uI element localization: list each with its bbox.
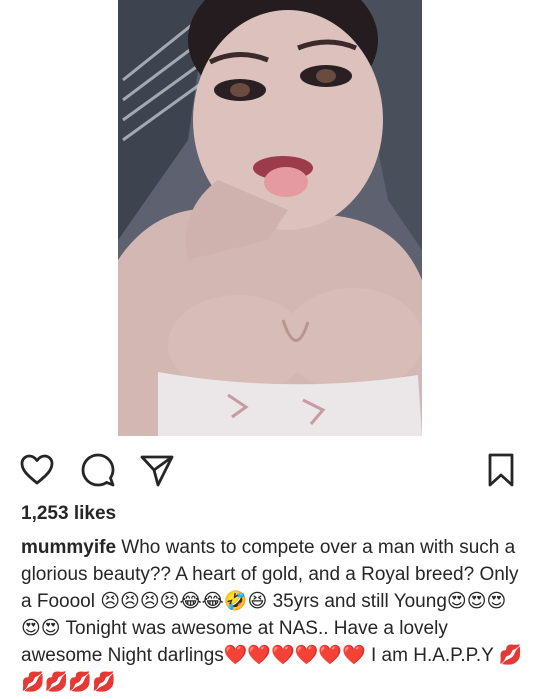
post-caption: mummyife Who wants to compete over a man…	[21, 534, 526, 696]
bookmark-icon[interactable]	[483, 452, 519, 488]
post-media	[0, 0, 540, 436]
like-count[interactable]: 1,253 likes	[21, 503, 116, 525]
speech-bubble-icon[interactable]	[80, 452, 116, 488]
post-photo[interactable]	[118, 0, 422, 436]
post-action-bar	[0, 448, 540, 492]
paper-plane-icon[interactable]	[139, 452, 175, 488]
heart-outline-icon[interactable]	[19, 452, 55, 488]
selfie-illustration	[118, 0, 422, 436]
caption-text: Who wants to compete over a man with suc…	[21, 537, 523, 693]
caption-username[interactable]: mummyife	[21, 537, 116, 558]
